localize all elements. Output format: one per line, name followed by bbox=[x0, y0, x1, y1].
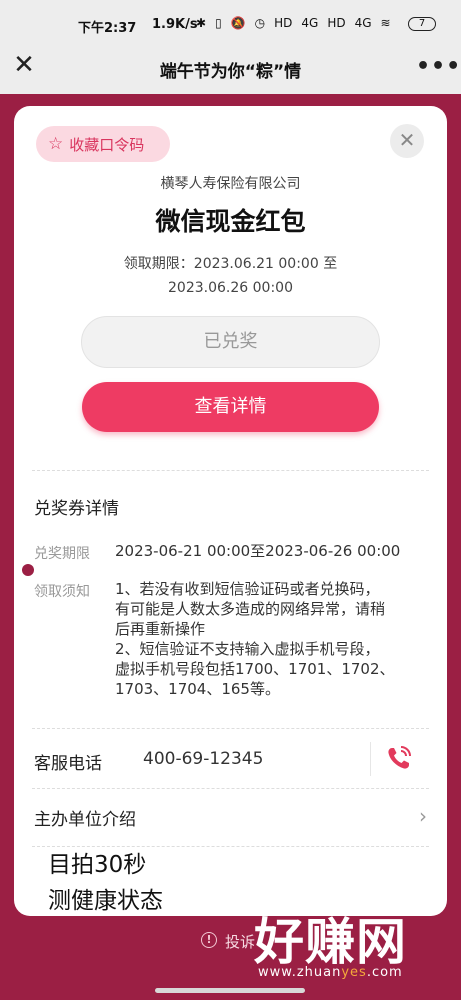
phone-call-icon[interactable] bbox=[384, 743, 414, 773]
status-time: 下午2:37 bbox=[78, 21, 137, 36]
bluetooth-icon: ✱ bbox=[196, 16, 207, 30]
notice-line: 虚拟手机号段包括1700、1701、1702、 bbox=[115, 660, 395, 678]
prize-title: 微信现金红包 bbox=[155, 207, 306, 236]
status-icons: ✱ ▯ 🔕 ◷ HD 4G HD 4G ≋ bbox=[196, 16, 391, 30]
divider bbox=[370, 742, 371, 776]
home-indicator[interactable] bbox=[155, 988, 305, 993]
divider bbox=[32, 788, 429, 789]
notice-label: 领取须知 bbox=[34, 584, 90, 600]
service-phone-number: 400-69-12345 bbox=[143, 749, 264, 769]
notice-line: 后再重新操作 bbox=[115, 620, 206, 638]
star-icon: ☆ bbox=[48, 134, 64, 154]
company-name: 横琴人寿保险有限公司 bbox=[160, 176, 301, 192]
notice-line: 有可能是人数太多造成的网络异常，请稍 bbox=[115, 600, 386, 618]
ad-line: 测健康状态 bbox=[48, 888, 163, 914]
report-link[interactable]: 投诉 bbox=[225, 931, 255, 952]
close-card-icon[interactable]: ✕ bbox=[390, 124, 424, 158]
view-details-button[interactable]: 查看详情 bbox=[82, 382, 379, 432]
notice-line: 1703、1704、165等。 bbox=[115, 680, 280, 698]
network-speed: 1.9K/s bbox=[152, 17, 198, 32]
ticket-notch bbox=[22, 564, 34, 576]
redeemed-button[interactable]: 已兑奖 bbox=[81, 316, 380, 368]
wifi-icon: ≋ bbox=[380, 16, 391, 30]
more-dots-icon[interactable]: ••• bbox=[416, 54, 461, 79]
redeem-period-value: 2023-06-21 00:00至2023-06-26 00:00 bbox=[115, 542, 401, 560]
notice-line: 1、若没有收到短信验证码或者兑换码， bbox=[115, 580, 380, 598]
claim-period: 领取期限：2023.06.21 00:00 至 2023.06.26 00:00 bbox=[74, 252, 387, 300]
notice-text: 1、若没有收到短信验证码或者兑换码， 有可能是人数太多造成的网络异常，请稍 后再… bbox=[115, 579, 395, 699]
battery-icon: 7 bbox=[408, 17, 436, 31]
divider bbox=[32, 470, 429, 471]
page-title: 端午节为你“粽”情 bbox=[159, 62, 302, 82]
redeem-period-label: 兑奖期限 bbox=[34, 546, 90, 562]
service-phone-label: 客服电话 bbox=[34, 754, 102, 774]
organizer-intro-row[interactable]: 主办单位介绍 bbox=[34, 805, 136, 830]
status-bar: 下午2:37 1.9K/s ✱ ▯ 🔕 ◷ HD 4G HD 4G ≋ 7 bbox=[0, 0, 461, 40]
watermark-url: www.zhuanyes.com bbox=[258, 965, 403, 980]
watermark-logo: 好赚网 bbox=[254, 913, 407, 971]
mute-icon: 🔕 bbox=[230, 16, 246, 30]
alarm-icon: ◷ bbox=[254, 16, 266, 30]
section-title: 兑奖券详情 bbox=[34, 499, 119, 519]
claim-period-line: 2023.06.26 00:00 bbox=[168, 280, 293, 296]
claim-period-line: 领取期限：2023.06.21 00:00 至 bbox=[123, 256, 338, 272]
favorite-code-button[interactable]: ☆ 收藏口令码 bbox=[36, 126, 170, 162]
hd-icon: HD bbox=[274, 16, 293, 30]
coupon-card: ☆ 收藏口令码 ✕ 横琴人寿保险有限公司 微信现金红包 领取期限：2023.06… bbox=[14, 106, 447, 916]
divider bbox=[32, 846, 429, 847]
chevron-right-icon: › bbox=[419, 804, 427, 828]
report-shield-icon[interactable]: ! bbox=[201, 932, 217, 948]
favorite-label: 收藏口令码 bbox=[69, 135, 145, 154]
hd-icon: HD bbox=[327, 16, 346, 30]
nav-bar: ✕ 端午节为你“粽”情 ••• bbox=[0, 40, 461, 94]
signal-4g-icon: 4G bbox=[354, 16, 372, 30]
vibrate-icon: ▯ bbox=[215, 16, 222, 30]
ad-line: 目拍30秒 bbox=[48, 852, 147, 878]
notice-line: 2、短信验证不支持输入虚拟手机号段， bbox=[115, 640, 380, 658]
signal-4g-icon: 4G bbox=[301, 16, 319, 30]
divider bbox=[32, 728, 429, 729]
